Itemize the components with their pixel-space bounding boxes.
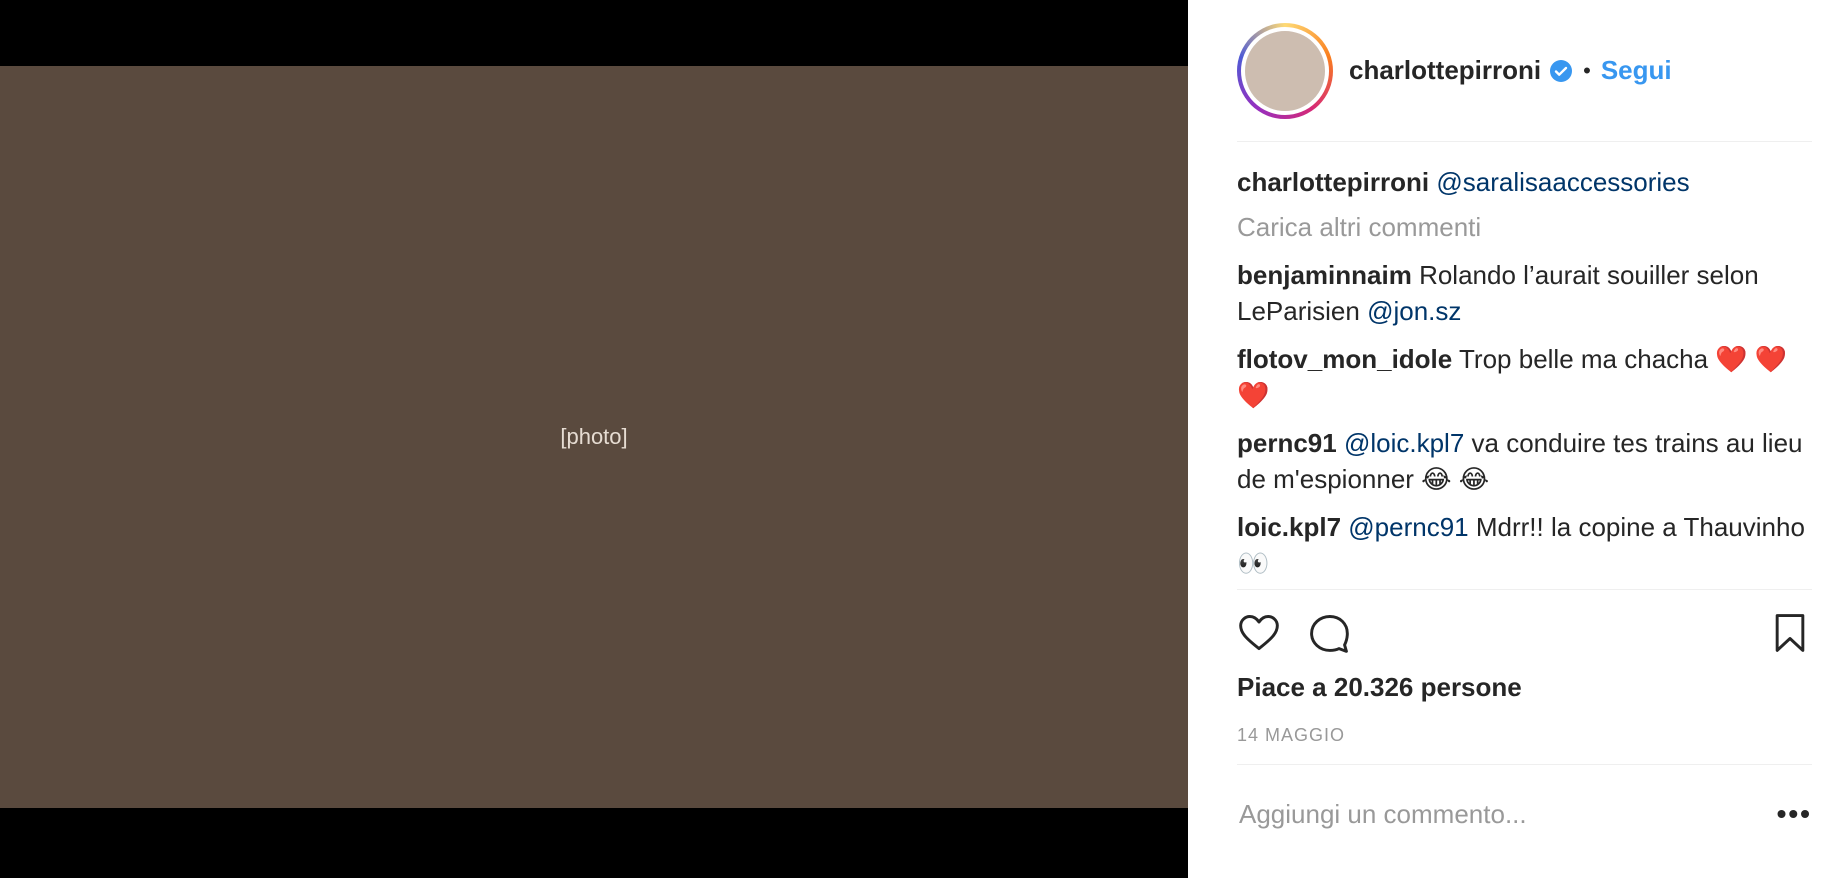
caption: charlottepirroni @saralisaaccessories xyxy=(1237,164,1812,200)
add-comment-bar: ••• xyxy=(1237,765,1812,863)
action-bar xyxy=(1237,590,1812,676)
comment-username[interactable]: benjaminnaim xyxy=(1237,260,1412,290)
heart-icon[interactable] xyxy=(1237,611,1281,655)
post-media: [photo] xyxy=(0,0,1188,878)
bookmark-icon[interactable] xyxy=(1768,611,1812,655)
post: [photo] charlottepirroni • Segui charlot… xyxy=(0,0,1840,878)
follow-button[interactable]: Segui xyxy=(1601,55,1672,86)
more-options-icon[interactable]: ••• xyxy=(1777,798,1812,830)
comment-item: benjaminnaim Rolando l’aurait souiller s… xyxy=(1237,257,1812,329)
post-date[interactable]: 14 MAGGIO xyxy=(1237,725,1812,765)
add-comment-input[interactable] xyxy=(1237,797,1777,831)
header-username[interactable]: charlottepirroni xyxy=(1349,55,1541,86)
comment-username[interactable]: pernc91 xyxy=(1237,428,1337,458)
comment-item: loic.kpl7 @pernc91 Mdrr!! la copine a Th… xyxy=(1237,509,1812,581)
comments-section: charlottepirroni @saralisaaccessories Ca… xyxy=(1237,142,1812,590)
comment-mention[interactable]: @pernc91 xyxy=(1348,512,1468,542)
comment-mention[interactable]: @loic.kpl7 xyxy=(1344,428,1464,458)
post-sidebar: charlottepirroni • Segui charlottepirron… xyxy=(1188,0,1840,878)
comment-icon[interactable] xyxy=(1307,611,1351,655)
caption-mention[interactable]: @saralisaaccessories xyxy=(1436,167,1689,197)
load-more-comments[interactable]: Carica altri commenti xyxy=(1237,212,1812,243)
likes-count[interactable]: Piace a 20.326 persone xyxy=(1237,672,1812,703)
comment-item: pernc91 @loic.kpl7 va conduire tes train… xyxy=(1237,425,1812,497)
photo-placeholder: [photo] xyxy=(560,424,628,449)
caption-username[interactable]: charlottepirroni xyxy=(1237,167,1429,197)
comment-item: flotov_mon_idole Trop belle ma chacha ❤️… xyxy=(1237,341,1812,413)
comment-username[interactable]: loic.kpl7 xyxy=(1237,512,1341,542)
avatar-image xyxy=(1241,26,1329,115)
comment-username[interactable]: flotov_mon_idole xyxy=(1237,344,1452,374)
separator-dot: • xyxy=(1583,57,1591,83)
post-photo[interactable]: [photo] xyxy=(0,66,1188,808)
post-header: charlottepirroni • Segui xyxy=(1237,0,1812,142)
comment-mention[interactable]: @jon.sz xyxy=(1367,296,1461,326)
verified-badge-icon xyxy=(1550,59,1573,82)
avatar[interactable] xyxy=(1237,22,1333,119)
